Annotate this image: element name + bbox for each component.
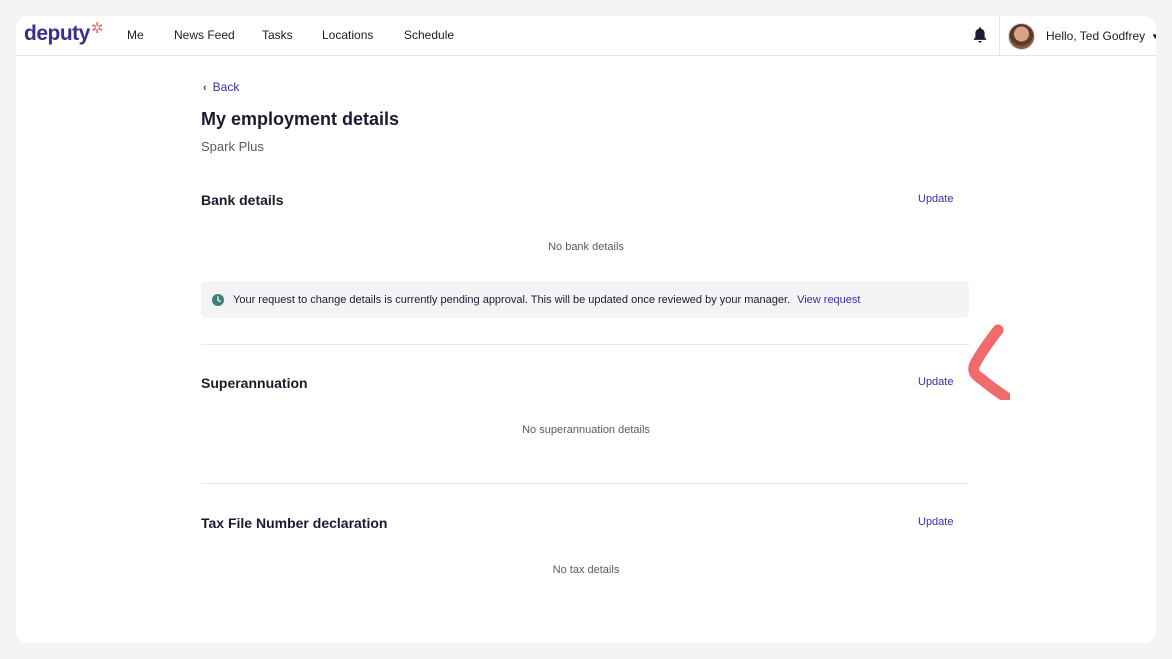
back-link[interactable]: ‹ Back (203, 80, 239, 94)
tax-empty-text: No tax details (552, 564, 620, 576)
chevron-left-icon: ‹ (203, 82, 207, 94)
deputy-logo[interactable]: deputy ✲ (24, 20, 104, 46)
nav-item-schedule[interactable]: Schedule (404, 28, 454, 42)
user-menu[interactable]: Hello, Ted Godfrey ▼ (1008, 22, 1156, 50)
top-navbar: deputy ✲ Me News Feed Tasks Locations Sch… (16, 16, 1156, 56)
section-divider (201, 483, 969, 484)
page-title: My employment details (201, 109, 400, 129)
caret-down-icon[interactable]: ▼ (1151, 32, 1156, 41)
notice-text: Your request to change details is curren… (233, 293, 791, 306)
nav-item-tasks[interactable]: Tasks (262, 28, 293, 42)
pending-approval-notice: Your request to change details is curren… (201, 281, 969, 318)
superannuation-empty-text: No superannuation details (522, 424, 650, 436)
nav-item-locations[interactable]: Locations (322, 28, 373, 42)
tax-declaration-title: Tax File Number declaration (201, 515, 388, 531)
bell-icon[interactable] (972, 26, 988, 44)
back-label: Back (212, 80, 240, 94)
tax-update-button[interactable]: Update (918, 516, 953, 528)
nav-item-me[interactable]: Me (127, 28, 144, 42)
view-request-link[interactable]: View request (797, 294, 860, 306)
bank-empty-text: No bank details (548, 241, 624, 253)
section-divider (201, 344, 969, 345)
bank-details-title: Bank details (201, 192, 284, 208)
navbar-divider (999, 16, 1000, 55)
nav-item-news-feed[interactable]: News Feed (174, 28, 235, 42)
avatar[interactable] (1008, 22, 1035, 50)
logo-star-icon: ✲ (90, 20, 104, 37)
clock-icon (212, 293, 224, 306)
app-window: deputy ✲ Me News Feed Tasks Locations Sch… (16, 16, 1156, 643)
page-subtitle: Spark Plus (201, 139, 264, 154)
superannuation-title: Superannuation (201, 375, 308, 391)
bank-update-button[interactable]: Update (918, 193, 953, 205)
logo-text: deputy (24, 22, 90, 45)
user-greeting[interactable]: Hello, Ted Godfrey (1046, 29, 1145, 43)
superannuation-update-button[interactable]: Update (918, 376, 953, 388)
